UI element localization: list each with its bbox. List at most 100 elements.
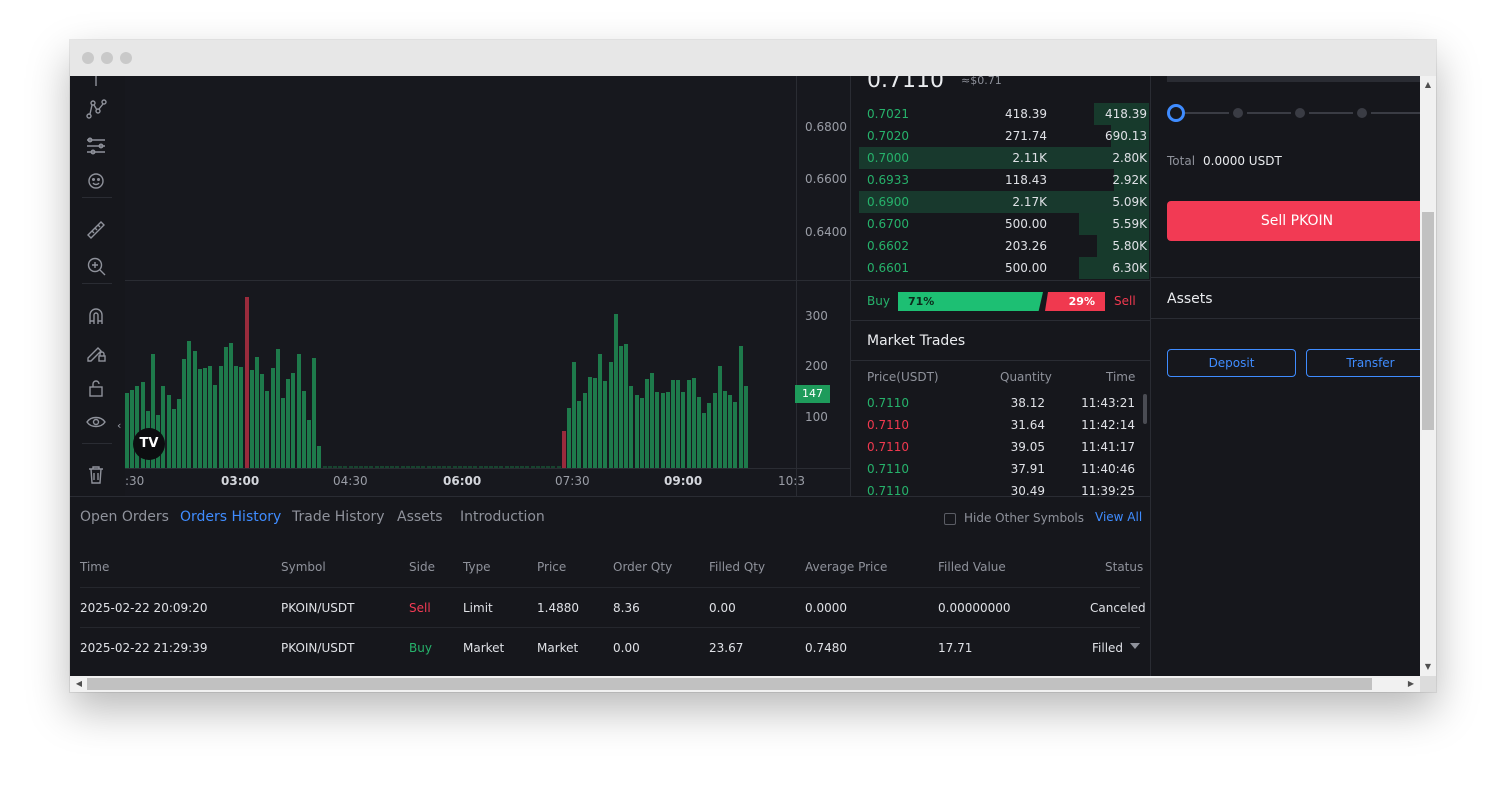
volume-bar: [733, 402, 738, 468]
volume-bar: [364, 465, 369, 468]
tab-trade-history[interactable]: Trade History: [292, 509, 385, 525]
orderbook-row[interactable]: 0.6700 500.00 5.59K: [859, 213, 1149, 235]
volume-bar: [613, 313, 618, 468]
unlock-icon[interactable]: [83, 375, 109, 401]
sell-pkoin-button[interactable]: Sell PKOIN: [1167, 201, 1420, 241]
volume-bar: [629, 385, 634, 468]
collapse-toolbar-icon[interactable]: ‹: [117, 416, 127, 436]
volume-bar: [301, 391, 306, 468]
volume-bar: [359, 465, 363, 468]
order-row[interactable]: 2025-02-22 20:09:20 PKOIN/USDT Sell Limi…: [80, 587, 1146, 627]
title-bar: [70, 40, 1436, 76]
volume-bar: [265, 391, 270, 468]
expand-row-icon[interactable]: [1130, 643, 1140, 649]
vertical-scrollbar[interactable]: ▲ ▼: [1420, 76, 1436, 676]
slider-knob[interactable]: [1167, 104, 1185, 122]
amount-input[interactable]: [1167, 76, 1420, 82]
market-trade-row[interactable]: 0.7110 31.64 11:42:14: [851, 414, 1151, 436]
trade-qty: 37.91: [1010, 462, 1045, 476]
volume-bar: [353, 465, 358, 468]
market-trade-row[interactable]: 0.7110 39.05 11:41:17: [851, 436, 1151, 458]
trash-icon[interactable]: [83, 461, 109, 487]
volume-bar: [182, 359, 187, 468]
view-all-link[interactable]: View All: [1095, 510, 1142, 524]
volume-bar: [405, 465, 410, 468]
orderbook-row[interactable]: 0.6601 500.00 6.30K: [859, 257, 1149, 279]
market-trades-header: Time: [1106, 370, 1136, 384]
x-tick: 10:3: [778, 474, 805, 488]
market-trade-row[interactable]: 0.7110 38.12 11:43:21: [851, 392, 1151, 414]
orderbook-qty: 203.26: [1005, 239, 1047, 253]
browser-window: 0.6800 0.6600 0.6400 300 200 100 147 :30…: [70, 40, 1436, 692]
orderbook-qty: 500.00: [1005, 261, 1047, 275]
volume-bar: [177, 399, 181, 468]
tab-orders-history[interactable]: Orders History: [180, 509, 281, 525]
x-tick: :30: [125, 474, 145, 488]
orderbook-price: 0.6700: [867, 217, 909, 231]
fib-icon[interactable]: [83, 133, 109, 159]
orders-header: Filled Value: [938, 560, 1006, 574]
deposit-button[interactable]: Deposit: [1167, 349, 1296, 377]
tab-open-orders[interactable]: Open Orders: [80, 509, 169, 525]
close-dot[interactable]: [82, 52, 94, 64]
volume-bar: [275, 348, 280, 468]
orders-header: Price: [537, 560, 567, 574]
amount-slider[interactable]: [1167, 104, 1420, 122]
market-trades-scrollbar[interactable]: [1143, 394, 1147, 424]
scroll-up-icon[interactable]: ▲: [1420, 78, 1436, 92]
maximize-dot[interactable]: [120, 52, 132, 64]
scroll-right-icon[interactable]: ▶: [1404, 676, 1418, 692]
orderbook-row[interactable]: 0.6933 118.43 2.92K: [859, 169, 1149, 191]
x-tick: 06:00: [443, 474, 482, 488]
magnet-icon[interactable]: [83, 303, 109, 329]
volume-bar: [515, 465, 519, 468]
orderbook-row[interactable]: 0.7020 271.74 690.13: [859, 125, 1149, 147]
volume-bar: [213, 385, 218, 468]
pattern-icon[interactable]: [83, 96, 109, 122]
volume-bar: [130, 390, 135, 468]
hide-other-symbols-label[interactable]: Hide Other Symbols: [964, 511, 1084, 525]
volume-bars: [125, 281, 796, 468]
scroll-left-icon[interactable]: ◀: [72, 676, 86, 692]
orderbook-row[interactable]: 0.6900 2.17K 5.09K: [859, 191, 1149, 213]
transfer-button[interactable]: Transfer: [1306, 349, 1420, 377]
vertical-scroll-thumb[interactable]: [1422, 212, 1434, 430]
orderbook-row[interactable]: 0.7021 418.39 418.39: [859, 103, 1149, 125]
tab-introduction[interactable]: Introduction: [460, 509, 545, 525]
orderbook-row[interactable]: 0.6602 203.26 5.80K: [859, 235, 1149, 257]
volume-bar: [738, 345, 743, 468]
filled-qty: 0.00: [709, 601, 736, 615]
order-side: Buy: [409, 641, 432, 655]
zoom-in-icon[interactable]: [83, 253, 109, 279]
last-price: 0.7110: [867, 76, 944, 93]
volume-bar: [307, 419, 311, 468]
volume-bar: [312, 357, 317, 468]
orderbook-row[interactable]: 0.7000 2.11K 2.80K: [859, 147, 1149, 169]
trade-price: 0.7110: [867, 396, 909, 410]
horizontal-scroll-thumb[interactable]: [87, 678, 1372, 690]
text-icon[interactable]: [83, 76, 109, 94]
slider-step[interactable]: [1357, 108, 1367, 118]
market-trade-row[interactable]: 0.7110 37.91 11:40:46: [851, 458, 1151, 480]
pencil-lock-icon[interactable]: [83, 339, 109, 365]
slider-step[interactable]: [1233, 108, 1243, 118]
horizontal-scrollbar[interactable]: ◀ ▶: [70, 676, 1420, 692]
volume-bar: [260, 373, 265, 468]
hide-other-symbols-checkbox[interactable]: [944, 513, 956, 525]
tradingview-logo[interactable]: TV: [133, 428, 165, 460]
eye-icon[interactable]: [83, 409, 109, 435]
volume-bar: [218, 366, 223, 468]
order-row[interactable]: 2025-02-22 21:29:39 PKOIN/USDT Buy Marke…: [80, 627, 1140, 667]
volume-bar: [681, 391, 686, 468]
order-status: Canceled: [1090, 601, 1146, 615]
emoji-icon[interactable]: [83, 168, 109, 194]
minimize-dot[interactable]: [101, 52, 113, 64]
ruler-icon[interactable]: [83, 217, 109, 243]
scroll-down-icon[interactable]: ▼: [1420, 660, 1436, 674]
trade-panel: Total 0.0000 USDT Sell PKOIN Assets Depo…: [1150, 76, 1420, 676]
volume-bar: [639, 397, 644, 468]
order-price: Market: [537, 641, 579, 655]
candlestick-chart[interactable]: 0.6800 0.6600 0.6400 300 200 100 147 :30…: [117, 76, 850, 496]
tab-assets[interactable]: Assets: [397, 509, 443, 525]
slider-step[interactable]: [1295, 108, 1305, 118]
